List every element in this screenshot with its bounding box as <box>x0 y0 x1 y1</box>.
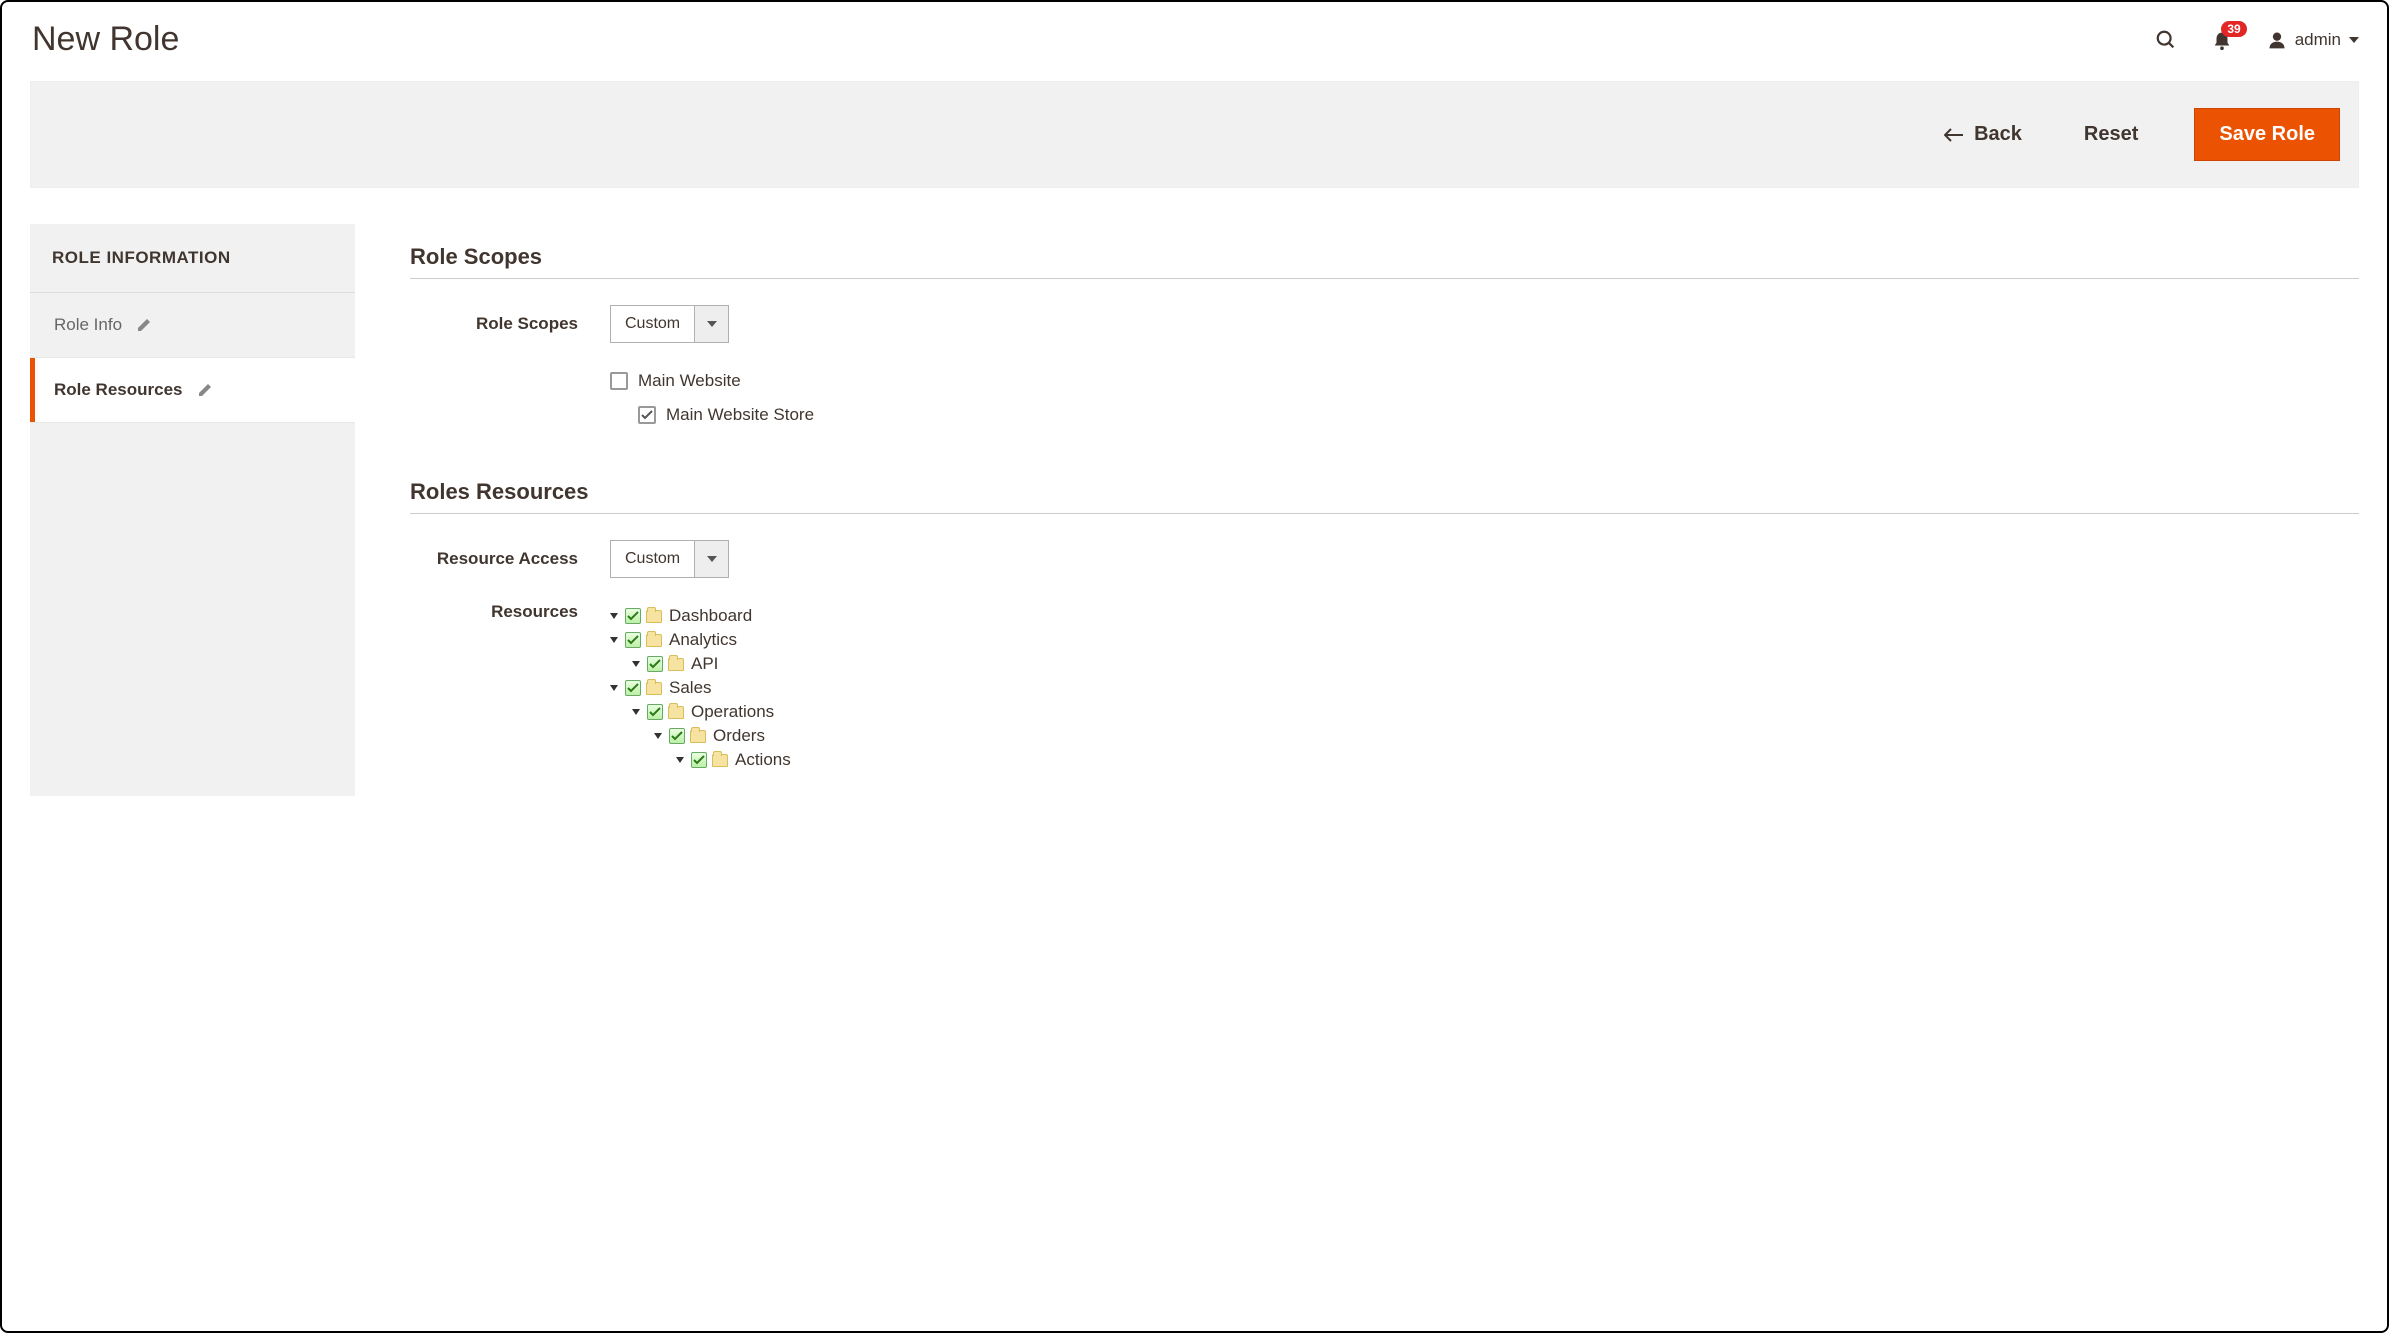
resources-tree-label: Resources <box>410 602 610 622</box>
tree-node-label: Operations <box>691 700 774 724</box>
sidebar-item-label: Role Resources <box>54 380 183 400</box>
tree-node-label: Sales <box>669 676 712 700</box>
back-button[interactable]: Back <box>1938 122 2028 147</box>
scope-main-website-store[interactable]: Main Website Store <box>638 405 814 425</box>
section-title-scopes: Role Scopes <box>410 244 2359 270</box>
save-button[interactable]: Save Role <box>2194 108 2340 161</box>
divider <box>410 513 2359 514</box>
folder-icon <box>668 658 684 671</box>
scope-main-website[interactable]: Main Website <box>610 371 814 391</box>
scopes-select[interactable]: Custom <box>610 305 729 343</box>
notification-badge: 39 <box>2221 21 2246 37</box>
checkbox-checked-icon <box>625 608 641 624</box>
sidebar-heading: ROLE INFORMATION <box>30 224 355 293</box>
sidebar-item-role-info[interactable]: Role Info <box>30 293 355 358</box>
resource-tree: DashboardAnalyticsAPISalesOperationsOrde… <box>610 602 791 772</box>
resource-access-label: Resource Access <box>410 549 610 569</box>
tree-expand-icon <box>610 685 618 691</box>
checkbox-checked-icon <box>625 632 641 648</box>
scope-label: Main Website Store <box>666 405 814 425</box>
tree-node[interactable]: Analytics <box>610 628 791 652</box>
tree-node-label: API <box>691 652 718 676</box>
sidebar: ROLE INFORMATION Role Info Role Resource… <box>30 224 355 796</box>
account-menu[interactable]: admin <box>2267 30 2359 50</box>
checkbox-checked-icon <box>691 752 707 768</box>
tree-expand-icon <box>654 733 662 739</box>
pencil-icon <box>197 382 213 398</box>
folder-icon <box>646 682 662 695</box>
scopes-label: Role Scopes <box>410 314 610 334</box>
tree-node-label: Dashboard <box>669 604 752 628</box>
caret-down-icon <box>2349 37 2359 43</box>
tree-expand-icon <box>676 757 684 763</box>
notifications-icon[interactable]: 39 <box>2211 28 2233 52</box>
folder-icon <box>712 754 728 767</box>
checkbox-checked-icon <box>647 656 663 672</box>
tree-node[interactable]: Actions <box>676 748 791 772</box>
tree-node[interactable]: Orders <box>654 724 791 748</box>
page-title: New Role <box>32 20 2155 59</box>
pencil-icon <box>136 317 152 333</box>
checkbox-checked-icon <box>638 406 656 424</box>
folder-icon <box>690 730 706 743</box>
folder-icon <box>646 610 662 623</box>
tree-node-label: Actions <box>735 748 791 772</box>
scope-label: Main Website <box>638 371 741 391</box>
caret-down-icon <box>694 541 728 577</box>
tree-node-label: Orders <box>713 724 765 748</box>
tree-expand-icon <box>632 709 640 715</box>
tree-expand-icon <box>610 637 618 643</box>
scopes-select-value: Custom <box>611 306 694 342</box>
account-label: admin <box>2295 30 2341 50</box>
checkbox-checked-icon <box>625 680 641 696</box>
folder-icon <box>646 634 662 647</box>
section-title-resources: Roles Resources <box>410 479 2359 505</box>
folder-icon <box>668 706 684 719</box>
tree-node[interactable]: Sales <box>610 676 791 700</box>
resource-access-value: Custom <box>611 541 694 577</box>
tree-node[interactable]: API <box>632 652 791 676</box>
tree-expand-icon <box>632 661 640 667</box>
action-bar: Back Reset Save Role <box>30 81 2359 188</box>
tree-expand-icon <box>610 613 618 619</box>
tree-node[interactable]: Operations <box>632 700 791 724</box>
arrow-left-icon <box>1944 128 1964 142</box>
user-icon <box>2267 30 2287 50</box>
tree-node[interactable]: Dashboard <box>610 604 791 628</box>
checkbox-checked-icon <box>669 728 685 744</box>
caret-down-icon <box>694 306 728 342</box>
resource-access-select[interactable]: Custom <box>610 540 729 578</box>
reset-button[interactable]: Reset <box>2078 122 2144 147</box>
checkbox-icon <box>610 372 628 390</box>
sidebar-item-role-resources[interactable]: Role Resources <box>30 358 355 423</box>
sidebar-item-label: Role Info <box>54 315 122 335</box>
checkbox-checked-icon <box>647 704 663 720</box>
search-icon[interactable] <box>2155 29 2177 51</box>
tree-node-label: Analytics <box>669 628 737 652</box>
divider <box>410 278 2359 279</box>
